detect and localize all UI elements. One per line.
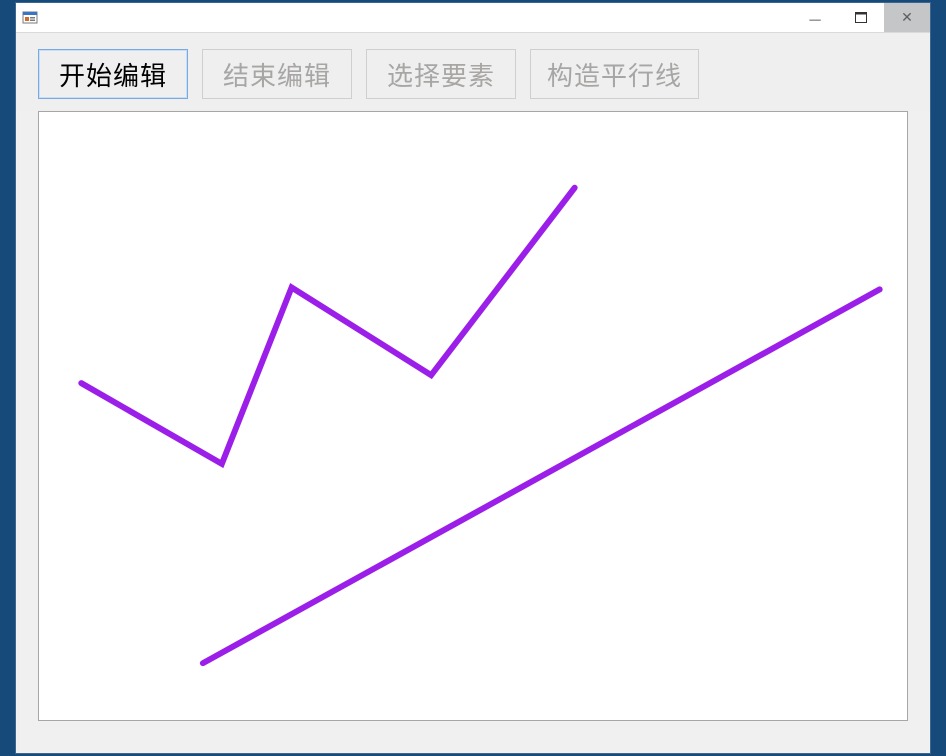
window-controls: _ ✕ [792, 3, 930, 32]
construct-parallel-button: 构造平行线 [530, 49, 699, 99]
drawing-canvas[interactable] [38, 111, 908, 721]
button-label: 开始编辑 [59, 56, 167, 93]
toolbar: 开始编辑 结束编辑 选择要素 构造平行线 [16, 33, 930, 111]
app-icon [22, 10, 38, 26]
app-window: _ ✕ 开始编辑 结束编辑 选择要素 构造平行线 [15, 2, 931, 754]
button-label: 构造平行线 [547, 56, 682, 93]
titlebar-left [22, 10, 44, 26]
maximize-button[interactable] [838, 3, 884, 32]
desktop-background: _ ✕ 开始编辑 结束编辑 选择要素 构造平行线 [0, 0, 946, 756]
polyline-shape [81, 188, 574, 464]
button-label: 结束编辑 [223, 56, 331, 93]
end-edit-button: 结束编辑 [202, 49, 352, 99]
window-titlebar[interactable]: _ ✕ [16, 3, 930, 33]
canvas-svg [39, 112, 907, 720]
select-feature-button: 选择要素 [366, 49, 516, 99]
close-button[interactable]: ✕ [884, 3, 930, 32]
minimize-button[interactable]: _ [792, 3, 838, 32]
button-label: 选择要素 [387, 56, 495, 93]
start-edit-button[interactable]: 开始编辑 [38, 49, 188, 99]
parallel-line-shape [203, 289, 880, 663]
